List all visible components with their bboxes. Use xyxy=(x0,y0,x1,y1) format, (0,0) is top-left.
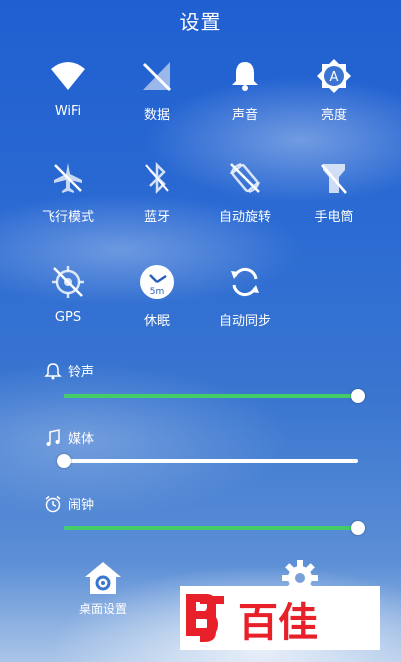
wifi-icon xyxy=(48,56,88,96)
toggle-label: WiFi xyxy=(54,104,82,119)
toggle-sound[interactable]: 声音 xyxy=(195,56,295,136)
slider-alarm-label-row: 闹钟 xyxy=(44,494,94,513)
airplane-icon xyxy=(48,158,88,198)
home-gear-icon xyxy=(83,560,123,596)
auto-rotate-off-icon xyxy=(225,158,265,198)
toggle-auto-sync[interactable]: 自动同步 xyxy=(195,262,295,342)
toggle-label: 自动旋转 xyxy=(218,210,271,225)
toggle-label: 蓝牙 xyxy=(143,210,170,225)
flashlight-icon xyxy=(314,158,354,198)
toggle-label: 声音 xyxy=(231,108,258,123)
alarm-slider[interactable] xyxy=(64,521,365,535)
toggle-mobile-data[interactable]: 数据 xyxy=(107,56,207,136)
toggle-wifi[interactable]: WiFi xyxy=(18,56,118,136)
watermark-logo: 百佳 xyxy=(180,586,380,650)
sleep-badge: 5m xyxy=(150,287,165,297)
toggle-gps[interactable]: GPS xyxy=(18,262,118,342)
auto-brightness-icon: A xyxy=(314,56,354,96)
toggle-label: 数据 xyxy=(143,108,170,123)
toggle-label: 自动同步 xyxy=(218,314,271,329)
toggle-airplane[interactable]: 飞行模式 xyxy=(18,158,118,238)
svg-text:A: A xyxy=(330,70,339,85)
home-settings-button[interactable]: 桌面设置 xyxy=(68,560,138,617)
bell-icon xyxy=(225,56,265,96)
slider-fill xyxy=(64,526,358,530)
slider-thumb[interactable] xyxy=(57,454,71,468)
slider-thumb[interactable] xyxy=(351,389,365,403)
watermark-text: 百佳 xyxy=(238,600,318,646)
sync-icon xyxy=(225,262,265,302)
toggle-label: 手电筒 xyxy=(314,210,354,225)
alarm-clock-icon xyxy=(44,495,62,513)
mobile-data-off-icon xyxy=(137,56,177,96)
toggle-brightness[interactable]: A 亮度 xyxy=(284,56,384,136)
page-title: 设置 xyxy=(179,10,222,34)
slider-label: 铃声 xyxy=(68,365,95,380)
slider-media-label-row: 媒体 xyxy=(44,428,94,447)
toggle-auto-rotate[interactable]: 自动旋转 xyxy=(195,158,295,238)
toggle-bluetooth[interactable]: 蓝牙 xyxy=(107,158,207,238)
toggle-sleep[interactable]: 5m 休眠 xyxy=(107,262,207,342)
slider-thumb[interactable] xyxy=(351,521,365,535)
bell-outline-icon xyxy=(44,362,62,380)
toggle-label: 亮度 xyxy=(320,108,347,123)
sleep-timer-icon: 5m xyxy=(137,262,177,302)
slider-fill xyxy=(64,394,358,398)
toggle-flashlight[interactable]: 手电筒 xyxy=(284,158,384,238)
toggle-label: 休眠 xyxy=(143,314,170,329)
slider-label: 媒体 xyxy=(68,432,95,447)
media-slider[interactable] xyxy=(57,454,358,468)
toggle-label: GPS xyxy=(54,310,82,325)
gps-off-icon xyxy=(48,262,88,302)
music-note-icon xyxy=(44,428,62,447)
toggle-label: 飞行模式 xyxy=(41,210,94,225)
home-settings-label: 桌面设置 xyxy=(78,602,127,616)
slider-ringtone-label-row: 铃声 xyxy=(44,361,94,380)
slider-label: 闹钟 xyxy=(68,498,95,513)
ringtone-slider[interactable] xyxy=(64,389,365,403)
bluetooth-icon xyxy=(137,158,177,198)
